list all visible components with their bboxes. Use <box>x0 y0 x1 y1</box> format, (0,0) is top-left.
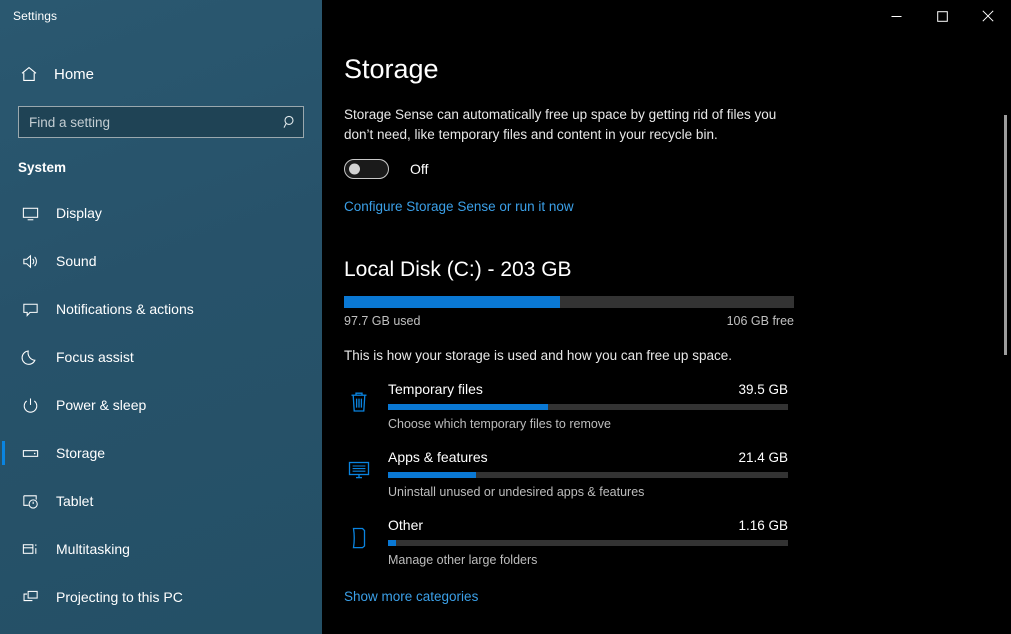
multitasking-icon <box>18 537 42 561</box>
moon-icon <box>18 345 42 369</box>
sidebar-item-display[interactable]: Display <box>0 189 322 237</box>
speaker-icon <box>18 249 42 273</box>
storage-category-bar <box>388 472 788 478</box>
storage-category-body: Other 1.16 GB Manage other large folders <box>388 517 788 567</box>
maximize-button[interactable] <box>919 0 965 32</box>
storage-category-head: Other 1.16 GB <box>388 517 788 533</box>
sidebar-item-projecting[interactable]: Projecting to this PC <box>0 573 322 621</box>
disk-capacity-fill <box>344 296 560 308</box>
storage-sense-description: Storage Sense can automatically free up … <box>344 107 777 142</box>
sidebar-item-power-sleep-label: Power & sleep <box>56 397 147 413</box>
storage-sense-toggle[interactable] <box>344 159 389 179</box>
sidebar-item-focus-assist[interactable]: Focus assist <box>0 333 322 381</box>
sidebar-item-power-sleep[interactable]: Power & sleep <box>0 381 322 429</box>
window-controls <box>873 0 1011 32</box>
main-content: Storage Storage Sense can automatically … <box>322 0 1011 634</box>
disk-free-label: 106 GB free <box>726 314 794 328</box>
projecting-icon <box>18 585 42 609</box>
sidebar-item-multitasking-label: Multitasking <box>56 541 130 557</box>
storage-category-name: Apps & features <box>388 449 488 465</box>
sidebar-item-notifications[interactable]: Notifications & actions <box>0 285 322 333</box>
close-button[interactable] <box>965 0 1011 32</box>
storage-category-head: Temporary files 39.5 GB <box>388 381 788 397</box>
monitor-icon <box>18 201 42 225</box>
storage-category-list: Temporary files 39.5 GB Choose which tem… <box>344 381 1011 567</box>
storage-category-row[interactable]: Other 1.16 GB Manage other large folders <box>344 517 1011 567</box>
trash-icon <box>344 387 374 417</box>
scrollbar[interactable] <box>997 32 1011 634</box>
storage-category-subtitle[interactable]: Uninstall unused or undesired apps & fea… <box>388 485 788 499</box>
power-icon <box>18 393 42 417</box>
search-box[interactable] <box>18 106 304 138</box>
sidebar-item-home[interactable]: Home <box>0 54 322 94</box>
sidebar-item-storage[interactable]: Storage <box>0 429 322 477</box>
storage-category-name: Temporary files <box>388 381 483 397</box>
sidebar-item-display-label: Display <box>56 205 102 221</box>
storage-category-bar <box>388 540 788 546</box>
sidebar-item-tablet[interactable]: Tablet <box>0 477 322 525</box>
home-icon <box>18 63 40 85</box>
storage-category-size: 39.5 GB <box>738 382 788 397</box>
storage-category-subtitle[interactable]: Choose which temporary files to remove <box>388 417 788 431</box>
search-icon[interactable] <box>277 107 303 137</box>
sidebar-item-projecting-label: Projecting to this PC <box>56 589 183 605</box>
chat-bubble-icon <box>18 297 42 321</box>
disk-capacity-bar <box>344 296 794 308</box>
disk-capacity-legend: 97.7 GB used 106 GB free <box>344 314 794 328</box>
sidebar-nav-list: Display Sound Notifications & actions Fo… <box>0 189 322 621</box>
show-more-categories-link[interactable]: Show more categories <box>344 589 478 604</box>
sidebar-item-sound[interactable]: Sound <box>0 237 322 285</box>
storage-category-size: 1.16 GB <box>738 518 788 533</box>
sidebar-item-home-label: Home <box>54 65 95 83</box>
storage-category-size: 21.4 GB <box>738 450 788 465</box>
tablet-hand-icon <box>18 489 42 513</box>
storage-sense-toggle-row: Off <box>344 159 1011 179</box>
sidebar-item-focus-assist-label: Focus assist <box>56 349 134 365</box>
sidebar-section-title: System <box>18 160 67 175</box>
storage-category-fill <box>388 540 396 546</box>
settings-window: Settings Home System <box>0 0 1011 634</box>
sidebar-item-notifications-label: Notifications & actions <box>56 301 194 317</box>
configure-storage-sense-link[interactable]: Configure Storage Sense or run it now <box>344 199 574 214</box>
storage-usage-description: This is how your storage is used and how… <box>344 348 732 363</box>
storage-category-name: Other <box>388 517 424 533</box>
disk-used-label: 97.7 GB used <box>344 314 421 328</box>
storage-category-row[interactable]: Temporary files 39.5 GB Choose which tem… <box>344 381 1011 431</box>
app-title: Settings <box>13 9 58 23</box>
storage-category-fill <box>388 472 476 478</box>
storage-category-head: Apps & features 21.4 GB <box>388 449 788 465</box>
sidebar-item-multitasking[interactable]: Multitasking <box>0 525 322 573</box>
disk-title: Local Disk (C:) - 203 GB <box>344 258 572 281</box>
sidebar-item-storage-label: Storage <box>56 445 106 461</box>
toggle-knob <box>349 163 360 175</box>
storage-category-subtitle[interactable]: Manage other large folders <box>388 553 788 567</box>
search-input[interactable] <box>19 107 277 137</box>
storage-category-fill <box>388 404 548 410</box>
storage-category-body: Apps & features 21.4 GB Uninstall unused… <box>388 449 788 499</box>
sidebar-item-tablet-label: Tablet <box>56 493 94 509</box>
storage-page: Storage Storage Sense can automatically … <box>322 32 1011 634</box>
storage-category-bar <box>388 404 788 410</box>
window-titlebar-left: Settings <box>0 0 322 32</box>
storage-sense-toggle-state: Off <box>410 161 429 177</box>
sidebar-item-sound-label: Sound <box>56 253 97 269</box>
sidebar: Settings Home System <box>0 0 322 634</box>
page-title: Storage <box>344 54 439 84</box>
storage-category-body: Temporary files 39.5 GB Choose which tem… <box>388 381 788 431</box>
scrollbar-thumb[interactable] <box>1004 115 1007 355</box>
folder-page-icon <box>344 523 374 553</box>
drive-icon <box>18 441 42 465</box>
apps-monitor-icon <box>344 455 374 485</box>
storage-category-row[interactable]: Apps & features 21.4 GB Uninstall unused… <box>344 449 1011 499</box>
minimize-button[interactable] <box>873 0 919 32</box>
